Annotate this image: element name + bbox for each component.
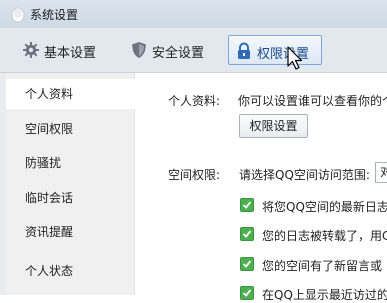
tab-label: 安全设置 xyxy=(152,46,205,61)
tab-security-settings[interactable]: 安全设置 xyxy=(124,35,216,65)
shield-icon xyxy=(132,42,146,58)
profile-section-label: 个人资料: xyxy=(168,94,221,108)
sidebar-item-personal-status[interactable]: 个人状态 xyxy=(6,256,134,286)
checkbox-label: 将您QQ空间的最新日志 xyxy=(262,200,387,214)
sidebar-item-profile[interactable]: 个人资料 xyxy=(6,79,135,109)
tab-label: 基本设置 xyxy=(44,46,97,61)
main-panel: 个人资料: 你可以设置谁可以查看你的个 权限设置 空间权限: 请选择QQ空间访问… xyxy=(135,73,387,302)
space-access-select[interactable]: 对 xyxy=(375,162,387,183)
space-section-label: 空间权限: xyxy=(168,168,221,182)
permission-settings-button[interactable]: 权限设置 xyxy=(239,114,308,138)
space-access-prompt: 请选择QQ空间访问范围: xyxy=(239,168,370,182)
sidebar-item-anti-harassment[interactable]: 防骚扰 xyxy=(6,148,134,178)
sidebar: 个人资料 空间权限 防骚扰 临时会话 资讯提醒 个人状态 xyxy=(0,73,135,295)
window-title: 系统设置 xyxy=(30,8,79,22)
sidebar-item-space-permission[interactable]: 空间权限 xyxy=(6,114,134,144)
sidebar-item-news-reminder[interactable]: 资讯提醒 xyxy=(6,217,134,247)
tab-basic-settings[interactable]: 基本设置 xyxy=(16,35,106,65)
gear-icon xyxy=(23,42,39,58)
title-bar: 系统设置 xyxy=(0,0,387,28)
checkbox[interactable] xyxy=(240,286,254,300)
lock-icon xyxy=(238,42,250,59)
checkbox[interactable] xyxy=(240,198,254,212)
checkbox-label: 您的日志被转载了，用C xyxy=(262,229,387,243)
profile-description: 你可以设置谁可以查看你的个 xyxy=(238,94,387,108)
mouse-pointer-icon xyxy=(287,46,303,70)
tab-permission-settings[interactable]: 权限设置 xyxy=(228,35,322,65)
tab-bar: 基本设置 安全设置 权限设置 xyxy=(0,28,387,73)
checkbox[interactable] xyxy=(240,257,254,271)
qq-penguin-icon xyxy=(11,7,25,23)
checkbox-label: 您的空间有了新留言或 xyxy=(262,259,383,273)
checkbox[interactable] xyxy=(240,227,254,241)
sidebar-item-temp-session[interactable]: 临时会话 xyxy=(6,183,134,213)
